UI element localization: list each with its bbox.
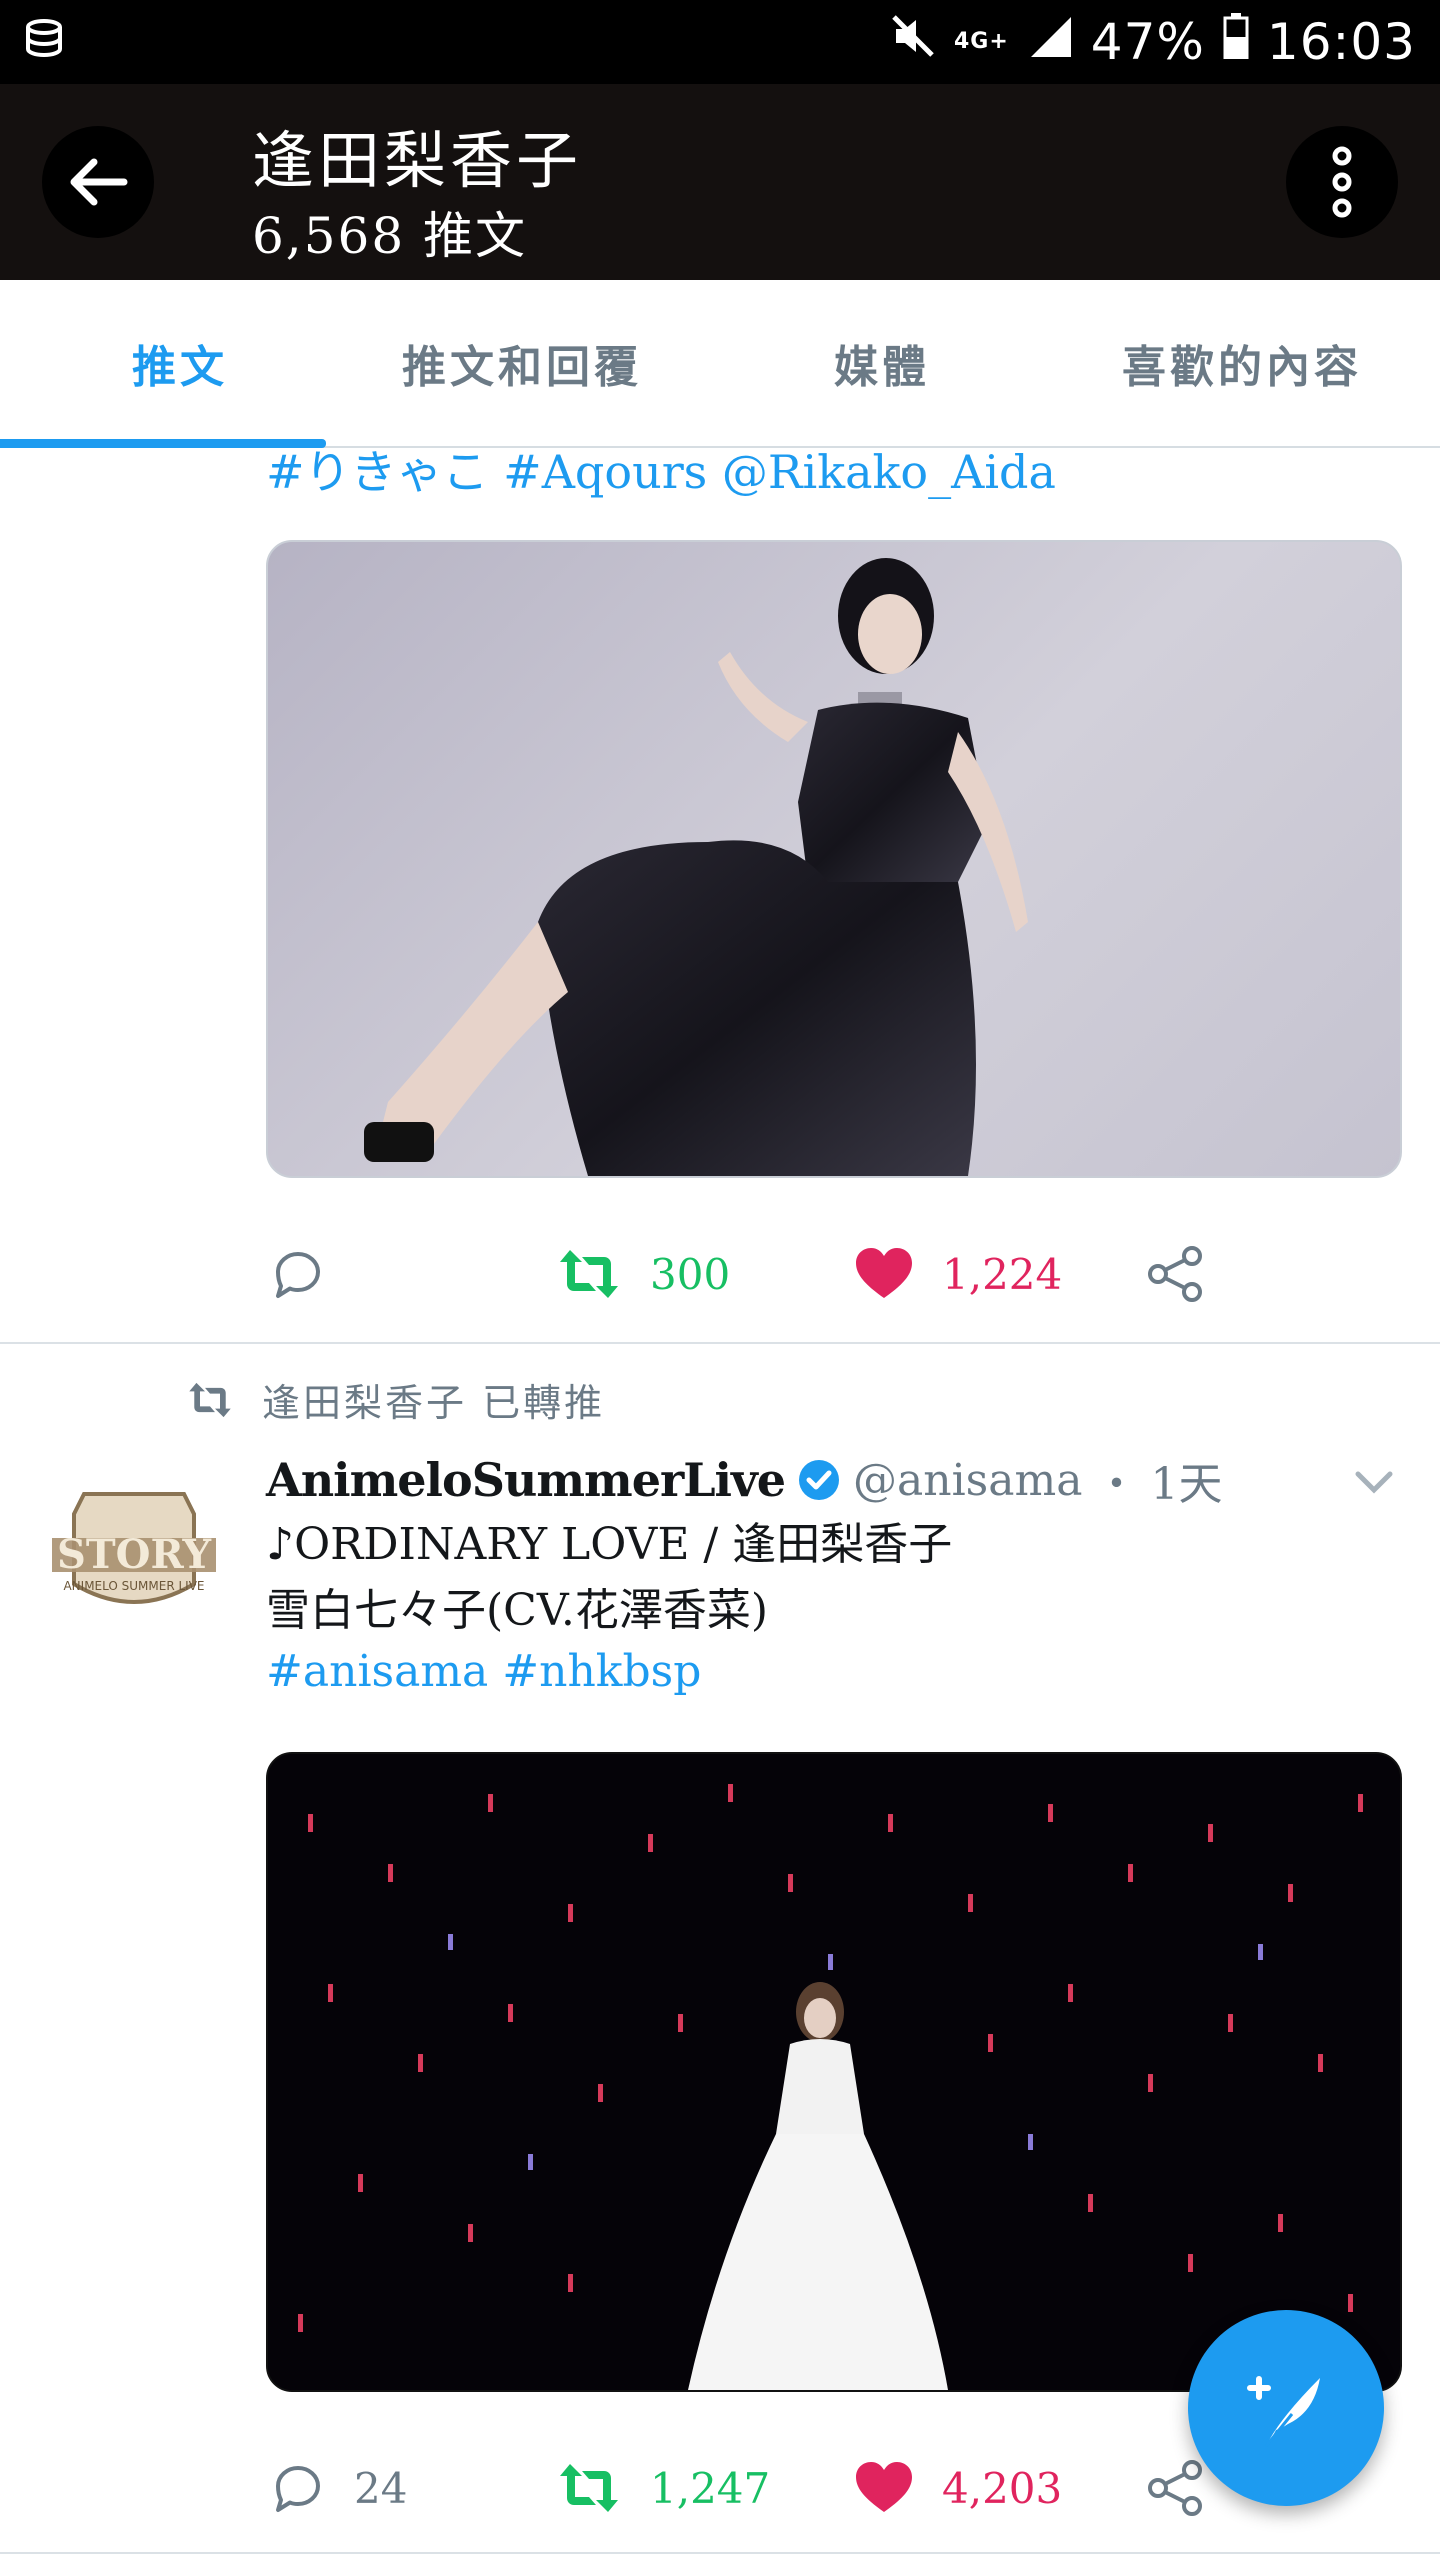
tab-tweets[interactable]: 推文 bbox=[0, 280, 360, 446]
back-button[interactable] bbox=[42, 126, 154, 238]
share-button-2[interactable] bbox=[1146, 2438, 1206, 2538]
retweet-count-2: 1,247 bbox=[650, 2463, 771, 2513]
retweeted-by-text: 逢田梨香子 已轉推 bbox=[262, 1381, 606, 1425]
animelo-logo-icon: STORY ANIMELO SUMMER LIVE bbox=[52, 1492, 216, 1604]
share-icon bbox=[1148, 1246, 1202, 1302]
tweet-time: 1天 bbox=[1150, 1459, 1223, 1510]
clock: 16:03 bbox=[1266, 13, 1416, 71]
signal-icon bbox=[1027, 13, 1073, 71]
verified-badge-icon bbox=[799, 1460, 840, 1500]
tweet-divider bbox=[0, 1342, 1440, 1344]
author-handle[interactable]: @anisama bbox=[853, 1455, 1082, 1506]
tweet-text-line-2: 雪白七々子(CV.花澤香菜) bbox=[266, 1585, 769, 1636]
tweet-divider-2 bbox=[0, 2552, 1440, 2554]
reply-button-2[interactable]: 24 bbox=[270, 2438, 407, 2538]
profile-tabs: 推文 推文和回覆 媒體 喜歡的內容 bbox=[0, 280, 1440, 448]
tab-media[interactable]: 媒體 bbox=[702, 280, 1062, 446]
battery-icon bbox=[1223, 13, 1249, 71]
network-label: 4G+ bbox=[953, 29, 1009, 54]
more-vertical-icon bbox=[1332, 146, 1352, 218]
photo-woman-black-dress bbox=[364, 558, 1028, 1176]
share-icon bbox=[1148, 2460, 1202, 2516]
reply-icon bbox=[276, 2466, 320, 2512]
like-button[interactable]: 1,224 bbox=[854, 1224, 1062, 1324]
author-avatar[interactable]: STORY ANIMELO SUMMER LIVE bbox=[44, 1484, 224, 1624]
sim-icon bbox=[24, 18, 64, 62]
reply-icon bbox=[276, 1252, 320, 1298]
heart-icon bbox=[856, 1248, 912, 1298]
retweet-icon bbox=[560, 1250, 618, 1298]
retweeted-by-line: 逢田梨香子 已轉推 bbox=[186, 1372, 605, 1427]
more-options-button[interactable] bbox=[1286, 126, 1398, 238]
mute-icon bbox=[890, 13, 936, 71]
separator-dot: ・ bbox=[1094, 1459, 1139, 1510]
tweet-header: AnimeloSummerLive @anisama ・ 1天 bbox=[266, 1448, 1222, 1512]
compose-feather-icon bbox=[1247, 2376, 1320, 2447]
retweet-count: 300 bbox=[650, 1249, 731, 1299]
tweet-text-line-1: ♪ORDINARY LOVE / 逢田梨香子 bbox=[266, 1519, 953, 1570]
like-button-2[interactable]: 4,203 bbox=[854, 2438, 1062, 2538]
tweet-hashtags[interactable]: #りきゃこ #Aqours @Rikako_Aida bbox=[266, 436, 1056, 502]
retweet-button-2[interactable]: 1,247 bbox=[556, 2438, 770, 2538]
heart-icon bbox=[856, 2462, 912, 2512]
photo-concert-stage bbox=[268, 1754, 1400, 2390]
retweet-icon bbox=[560, 2464, 618, 2512]
like-count: 1,224 bbox=[942, 1249, 1063, 1299]
author-name[interactable]: AnimeloSummerLive bbox=[266, 1453, 786, 1507]
chevron-down-icon bbox=[1355, 1471, 1393, 1494]
share-button[interactable] bbox=[1146, 1224, 1206, 1324]
battery-percent: 47% bbox=[1090, 13, 1205, 71]
tab-tweets-and-replies[interactable]: 推文和回覆 bbox=[342, 280, 702, 446]
tweet-actions: 300 1,224 bbox=[266, 1224, 1398, 1324]
tweet-media-image-2[interactable] bbox=[266, 1752, 1402, 2392]
profile-name: 逢田梨香子 bbox=[252, 124, 583, 197]
tab-likes[interactable]: 喜歡的內容 bbox=[1062, 280, 1422, 446]
tweet-text: ♪ORDINARY LOVE / 逢田梨香子 雪白七々子(CV.花澤香菜) bbox=[266, 1512, 952, 1644]
tweet-media-image[interactable] bbox=[266, 540, 1402, 1178]
tweet-hashtags-2[interactable]: #anisama #nhkbsp bbox=[266, 1646, 701, 1697]
compose-tweet-button[interactable] bbox=[1188, 2310, 1384, 2506]
tweet-count: 6,568 推文 bbox=[252, 207, 528, 265]
retweet-button[interactable]: 300 bbox=[556, 1224, 730, 1324]
svg-text:STORY: STORY bbox=[57, 1531, 212, 1578]
svg-text:ANIMELO SUMMER LIVE: ANIMELO SUMMER LIVE bbox=[63, 1579, 204, 1593]
app-bar: 逢田梨香子 6,568 推文 bbox=[0, 84, 1440, 280]
like-count-2: 4,203 bbox=[942, 2463, 1063, 2513]
status-bar: 4G+ 47% 16:03 bbox=[0, 0, 1440, 84]
retweet-small-icon bbox=[189, 1382, 231, 1417]
reply-button[interactable] bbox=[270, 1224, 354, 1324]
reply-count-2: 24 bbox=[354, 2463, 408, 2513]
back-arrow-icon bbox=[70, 158, 128, 206]
tweet-menu-button[interactable] bbox=[1352, 1468, 1396, 1502]
